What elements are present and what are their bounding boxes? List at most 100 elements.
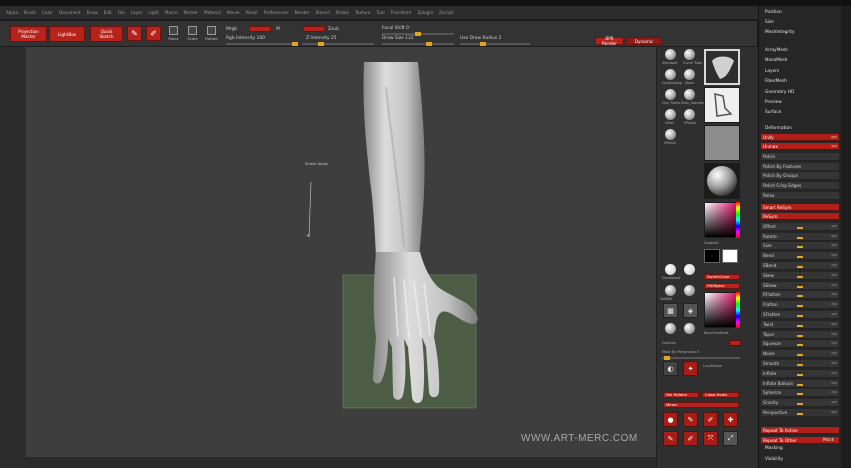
subpalette-section-1[interactable]: NanoMesh bbox=[765, 58, 788, 63]
deformer-row-12-axis-toggle[interactable]: xyz bbox=[831, 341, 837, 345]
menu-item[interactable]: Draw bbox=[87, 10, 98, 15]
brush-inflat-icon[interactable] bbox=[665, 109, 676, 120]
deformer-row-6[interactable]: SSkew xyz bbox=[761, 281, 839, 290]
draw-radius-slider[interactable] bbox=[460, 42, 530, 46]
menu-item[interactable]: Texture bbox=[355, 10, 370, 15]
polish-row-0[interactable]: Polish bbox=[761, 152, 839, 161]
deformer-row-16-slider-handle[interactable] bbox=[797, 383, 803, 386]
deformer-row-7-axis-toggle[interactable]: xyz bbox=[831, 292, 837, 296]
draw-mode-button[interactable]: ✐ bbox=[146, 26, 161, 41]
deform-red-0-axis-toggle[interactable]: xyz bbox=[831, 135, 837, 139]
deformer-row-18-slider-handle[interactable] bbox=[797, 403, 803, 406]
deformer-row-19-slider-handle[interactable] bbox=[797, 413, 803, 415]
deformer-row-2[interactable]: Size xyz bbox=[761, 242, 839, 251]
menu-item[interactable]: Zscript bbox=[439, 10, 454, 15]
brush-curve-tube-icon[interactable] bbox=[684, 49, 695, 60]
subpalette-section-6[interactable]: Surface bbox=[765, 110, 781, 115]
projection-master-button[interactable]: Projection Master bbox=[10, 26, 47, 42]
deformer-row-5-axis-toggle[interactable]: xyz bbox=[831, 273, 837, 277]
polish-row-3[interactable]: Polish Crisp Edges bbox=[761, 182, 839, 191]
quick-sketch-button[interactable]: Quick Sketch bbox=[90, 26, 123, 42]
deformer-row-10[interactable]: Twist xyz bbox=[761, 320, 839, 329]
persp-icon[interactable] bbox=[684, 323, 695, 334]
deformer-row-0-slider-handle[interactable] bbox=[797, 226, 803, 229]
brush-move-icon[interactable] bbox=[684, 69, 695, 80]
sym-button[interactable]: ◐ bbox=[663, 361, 678, 376]
deform-red-1-axis-toggle[interactable]: xyz bbox=[831, 144, 837, 148]
stroke-thumbnail[interactable] bbox=[704, 87, 740, 123]
subpalette-2[interactable]: MeshIntegrity bbox=[765, 30, 795, 35]
flat-color-icon[interactable] bbox=[684, 264, 695, 275]
brush-slot-4[interactable]: ✚ bbox=[723, 412, 738, 427]
brush-hpolish-icon[interactable] bbox=[684, 109, 695, 120]
deformer-row-9-slider-handle[interactable] bbox=[797, 315, 803, 317]
deformer-row-5-slider-handle[interactable] bbox=[797, 275, 803, 278]
deformer-row-4[interactable]: SBend xyz bbox=[761, 262, 839, 270]
subpalette-bottom-1[interactable]: Visibility bbox=[765, 457, 783, 462]
menu-item[interactable]: Stroke bbox=[336, 10, 349, 15]
menu-item[interactable]: Render bbox=[295, 10, 310, 15]
brush-spolish-icon[interactable] bbox=[665, 129, 676, 140]
brush-standard-icon[interactable] bbox=[665, 49, 676, 60]
deformer-row-13-slider-handle[interactable] bbox=[797, 354, 803, 357]
sculpt-viewport[interactable]: + bbox=[26, 47, 656, 457]
deformer-row-0[interactable]: Offset xyz bbox=[761, 222, 839, 231]
deformer-row-15[interactable]: Inflate xyz bbox=[761, 369, 839, 378]
primary-color-swatch[interactable] bbox=[704, 249, 720, 263]
deformer-row-13[interactable]: Noise xyz bbox=[761, 350, 839, 359]
draw-size-slider[interactable] bbox=[382, 42, 454, 46]
deformer-row-1[interactable]: Rotate xyz bbox=[761, 232, 839, 241]
subpalette-0[interactable]: Position bbox=[765, 10, 782, 15]
lightbox-button[interactable]: LightBox bbox=[49, 26, 85, 42]
brush-slot-3[interactable]: ✐ bbox=[703, 412, 718, 427]
deformer-row-7[interactable]: RFlatten xyz bbox=[761, 291, 839, 300]
deformer-row-19[interactable]: Perspective xyz bbox=[761, 409, 839, 417]
menu-item[interactable]: Brush bbox=[24, 10, 36, 15]
viewport-canvas[interactable]: + bbox=[26, 47, 656, 457]
switch-color-button[interactable]: SwitchColor bbox=[704, 274, 740, 280]
brush-claytubes-icon[interactable] bbox=[665, 89, 676, 100]
menu-item[interactable]: Zplugin bbox=[417, 10, 433, 15]
deformer-row-4-axis-toggle[interactable]: xyz bbox=[831, 263, 837, 267]
smart-resym-button[interactable]: Smart ReSym bbox=[761, 203, 839, 211]
subpalette-section-5[interactable]: Preview bbox=[765, 100, 782, 105]
deformer-row-8-axis-toggle[interactable]: xyz bbox=[831, 302, 837, 306]
zadd-toggle[interactable] bbox=[303, 26, 325, 32]
fill-object-button[interactable]: FillObject bbox=[704, 283, 740, 289]
polish-row-4[interactable]: Relax bbox=[761, 192, 839, 200]
deformer-row-12[interactable]: Squeeze xyz bbox=[761, 340, 839, 349]
transp-icon[interactable] bbox=[665, 285, 676, 296]
brush-damstandard-icon[interactable] bbox=[684, 89, 695, 100]
deformer-row-18[interactable]: Gravity xyz bbox=[761, 399, 839, 408]
lazymouse-toggle[interactable]: ✦ bbox=[683, 361, 698, 376]
subpalette-section-3[interactable]: FiberMesh bbox=[765, 79, 787, 84]
deformer-row-8-slider-handle[interactable] bbox=[797, 305, 803, 308]
resym-button[interactable]: ReSym bbox=[761, 213, 839, 221]
brush-slot-2[interactable]: ✎ bbox=[683, 412, 698, 427]
menu-item[interactable]: Edit bbox=[104, 10, 112, 15]
deformer-row-16[interactable]: Inflate Balloon xyz bbox=[761, 379, 839, 388]
ghost-icon[interactable] bbox=[684, 285, 695, 296]
menu-item[interactable]: File bbox=[118, 10, 125, 15]
repeat-to-active-button[interactable]: Repeat To Active bbox=[761, 427, 839, 434]
menu-item[interactable]: Material bbox=[204, 10, 221, 15]
deformer-row-11-slider-handle[interactable] bbox=[797, 334, 803, 337]
deformer-row-9[interactable]: SFlatten xyz bbox=[761, 311, 839, 319]
deformer-row-2-axis-toggle[interactable]: xyz bbox=[831, 243, 837, 247]
polish-row-1[interactable]: Polish By Features bbox=[761, 162, 839, 171]
menu-item[interactable]: Transform bbox=[390, 10, 411, 15]
deformer-row-0-axis-toggle[interactable]: xyz bbox=[831, 224, 837, 228]
deformer-row-8[interactable]: Flatten xyz bbox=[761, 301, 839, 310]
deformer-row-15-slider-handle[interactable] bbox=[797, 373, 803, 376]
double-sided-icon[interactable] bbox=[665, 264, 676, 275]
move-mode-button[interactable]: Move bbox=[167, 26, 180, 44]
z-intensity-slider[interactable] bbox=[302, 42, 374, 46]
deformer-row-16-axis-toggle[interactable]: xyz bbox=[831, 381, 837, 385]
edit-mode-button[interactable]: ✎ bbox=[127, 26, 142, 41]
deformer-row-14-slider-handle[interactable] bbox=[797, 364, 803, 366]
subpalette-bottom-0[interactable]: Masking bbox=[765, 446, 783, 451]
deformer-row-6-axis-toggle[interactable]: xyz bbox=[831, 283, 837, 287]
deformer-row-3-axis-toggle[interactable]: xyz bbox=[831, 253, 837, 257]
mirror-button[interactable]: Mirror bbox=[663, 402, 739, 408]
menu-item[interactable]: Document bbox=[59, 10, 81, 15]
